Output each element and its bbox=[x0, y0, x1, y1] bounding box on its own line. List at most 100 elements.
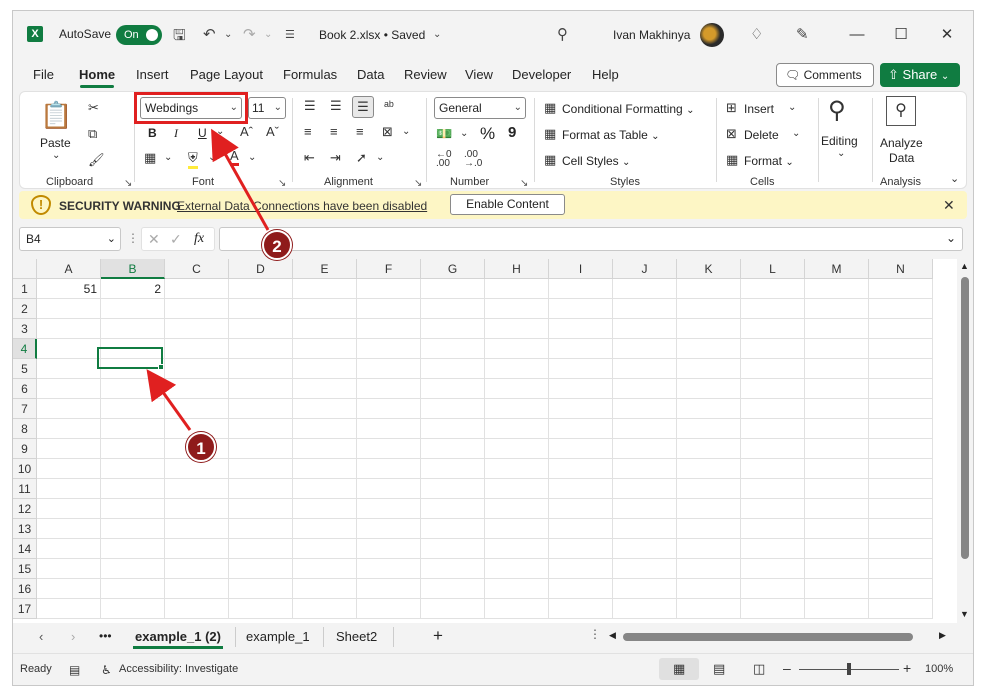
cell-i5[interactable] bbox=[549, 359, 613, 379]
cell-g8[interactable] bbox=[421, 419, 485, 439]
column-header-l[interactable]: L bbox=[741, 259, 805, 279]
cell-n12[interactable] bbox=[869, 499, 933, 519]
cell-d13[interactable] bbox=[229, 519, 293, 539]
editing-search-icon[interactable]: ⚲ bbox=[828, 96, 846, 125]
cell-e10[interactable] bbox=[293, 459, 357, 479]
cell-d7[interactable] bbox=[229, 399, 293, 419]
maximize-icon[interactable]: ☐ bbox=[889, 23, 913, 47]
cell-f1[interactable] bbox=[357, 279, 421, 299]
decrease-decimal-icon[interactable]: .00 →.0 bbox=[464, 150, 482, 169]
cell-i12[interactable] bbox=[549, 499, 613, 519]
paste-dropdown-icon[interactable]: ⌄ bbox=[52, 150, 60, 161]
macro-record-icon[interactable]: ▤ bbox=[69, 663, 80, 677]
cell-l8[interactable] bbox=[741, 419, 805, 439]
italic-button[interactable]: I bbox=[174, 126, 178, 141]
cell-a1[interactable]: 51 bbox=[37, 279, 101, 299]
row-header-8[interactable]: 8 bbox=[13, 419, 37, 439]
borders-dropdown-icon[interactable]: ⌄ bbox=[164, 152, 172, 163]
user-name[interactable]: Ivan Makhinya bbox=[613, 28, 690, 42]
cell-m14[interactable] bbox=[805, 539, 869, 559]
cell-e15[interactable] bbox=[293, 559, 357, 579]
cell-l11[interactable] bbox=[741, 479, 805, 499]
cell-a16[interactable] bbox=[37, 579, 101, 599]
currency-icon[interactable]: 💵 bbox=[436, 126, 452, 142]
cell-d2[interactable] bbox=[229, 299, 293, 319]
cell-k9[interactable] bbox=[677, 439, 741, 459]
cell-n16[interactable] bbox=[869, 579, 933, 599]
cell-l9[interactable] bbox=[741, 439, 805, 459]
cell-a14[interactable] bbox=[37, 539, 101, 559]
format-as-table-button[interactable]: Format as Table ⌄ bbox=[562, 128, 660, 142]
accessibility-status[interactable]: Accessibility: Investigate bbox=[119, 663, 238, 675]
tab-developer[interactable]: Developer bbox=[512, 67, 571, 82]
row-header-14[interactable]: 14 bbox=[13, 539, 37, 559]
cell-l7[interactable] bbox=[741, 399, 805, 419]
cell-f17[interactable] bbox=[357, 599, 421, 619]
cell-a15[interactable] bbox=[37, 559, 101, 579]
cell-i2[interactable] bbox=[549, 299, 613, 319]
cell-l6[interactable] bbox=[741, 379, 805, 399]
orientation-icon[interactable]: ➚ bbox=[356, 150, 367, 166]
more-sheets-button[interactable]: ••• bbox=[99, 629, 112, 643]
cell-h9[interactable] bbox=[485, 439, 549, 459]
cell-n3[interactable] bbox=[869, 319, 933, 339]
cell-n10[interactable] bbox=[869, 459, 933, 479]
cell-f4[interactable] bbox=[357, 339, 421, 359]
cell-n14[interactable] bbox=[869, 539, 933, 559]
cell-k14[interactable] bbox=[677, 539, 741, 559]
cell-j5[interactable] bbox=[613, 359, 677, 379]
share-button[interactable]: ⇧ Share ⌄ bbox=[880, 63, 960, 87]
cell-c14[interactable] bbox=[165, 539, 229, 559]
normal-view-icon[interactable]: ▦ bbox=[673, 661, 685, 677]
tab-view[interactable]: View bbox=[465, 67, 493, 82]
cell-i9[interactable] bbox=[549, 439, 613, 459]
row-header-4[interactable]: 4 bbox=[13, 339, 37, 359]
paste-icon[interactable]: 📋 bbox=[40, 100, 72, 131]
row-header-7[interactable]: 7 bbox=[13, 399, 37, 419]
cell-m13[interactable] bbox=[805, 519, 869, 539]
increase-decimal-icon[interactable]: ←0.00 bbox=[436, 150, 452, 169]
editing-button[interactable]: Editing bbox=[821, 134, 858, 148]
cell-a2[interactable] bbox=[37, 299, 101, 319]
title-dropdown-icon[interactable]: ⌄ bbox=[433, 29, 441, 40]
cell-m7[interactable] bbox=[805, 399, 869, 419]
scroll-right-icon[interactable]: ▶ bbox=[939, 630, 946, 641]
cell-j12[interactable] bbox=[613, 499, 677, 519]
font-launcher-icon[interactable]: ↘ bbox=[278, 178, 286, 189]
cell-n6[interactable] bbox=[869, 379, 933, 399]
tab-review[interactable]: Review bbox=[404, 67, 447, 82]
cell-b16[interactable] bbox=[101, 579, 165, 599]
decrease-indent-icon[interactable]: ⇤ bbox=[304, 150, 315, 166]
cell-a10[interactable] bbox=[37, 459, 101, 479]
cell-j17[interactable] bbox=[613, 599, 677, 619]
copy-icon[interactable]: ⧉ bbox=[88, 126, 97, 142]
cell-l13[interactable] bbox=[741, 519, 805, 539]
wrap-orientation-icon[interactable]: ᵃᵇ bbox=[384, 98, 394, 113]
customize-qat-icon[interactable]: ☰ bbox=[285, 28, 295, 41]
cell-f9[interactable] bbox=[357, 439, 421, 459]
cell-h6[interactable] bbox=[485, 379, 549, 399]
percent-button[interactable]: % bbox=[480, 124, 495, 144]
cell-m4[interactable] bbox=[805, 339, 869, 359]
cell-d6[interactable] bbox=[229, 379, 293, 399]
cell-g14[interactable] bbox=[421, 539, 485, 559]
cell-l5[interactable] bbox=[741, 359, 805, 379]
cell-n5[interactable] bbox=[869, 359, 933, 379]
cell-i3[interactable] bbox=[549, 319, 613, 339]
delete-button[interactable]: Delete bbox=[744, 128, 779, 142]
increase-indent-icon[interactable]: ⇥ bbox=[330, 150, 341, 166]
borders-icon[interactable]: ▦ bbox=[144, 150, 156, 166]
cell-l17[interactable] bbox=[741, 599, 805, 619]
format-button[interactable]: Format ⌄ bbox=[744, 154, 794, 168]
cell-g16[interactable] bbox=[421, 579, 485, 599]
cell-f14[interactable] bbox=[357, 539, 421, 559]
cell-j10[interactable] bbox=[613, 459, 677, 479]
cell-i15[interactable] bbox=[549, 559, 613, 579]
conditional-formatting-button[interactable]: Conditional Formatting ⌄ bbox=[562, 102, 694, 116]
redo-dropdown-icon[interactable]: ⌄ bbox=[264, 29, 272, 40]
column-header-a[interactable]: A bbox=[37, 259, 101, 279]
cell-m6[interactable] bbox=[805, 379, 869, 399]
cell-e13[interactable] bbox=[293, 519, 357, 539]
avatar[interactable] bbox=[700, 23, 724, 47]
column-header-k[interactable]: K bbox=[677, 259, 741, 279]
